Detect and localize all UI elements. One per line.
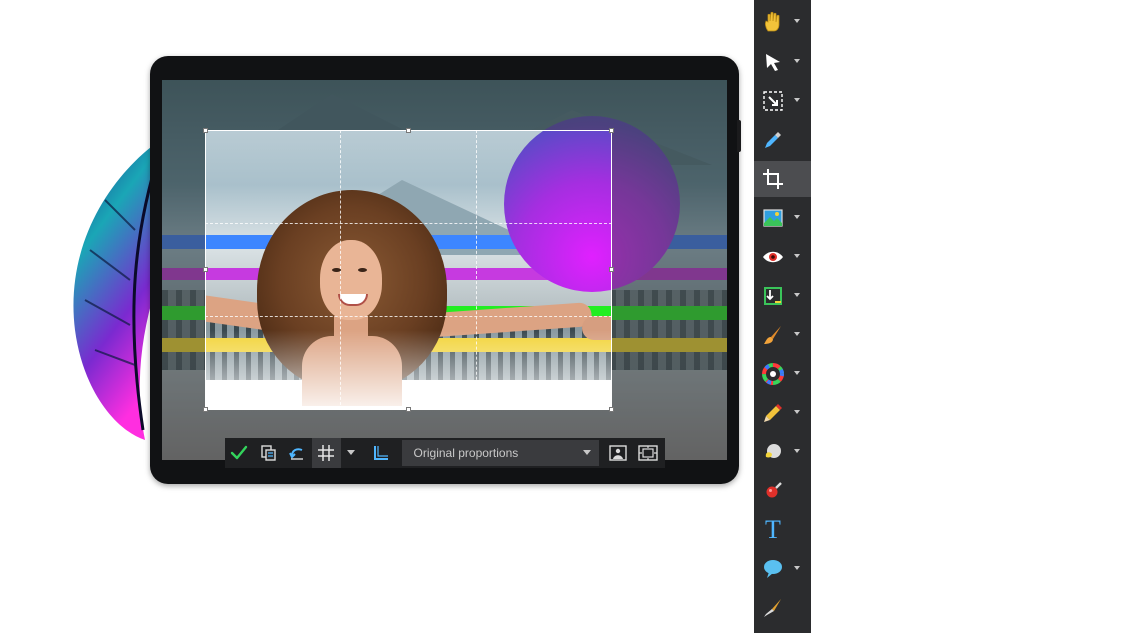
proportions-select[interactable]: Original proportions [401,440,600,466]
tool-clone-stamp[interactable] [754,473,811,509]
chevron-down-icon [794,371,800,375]
aspect-ratio-button[interactable] [367,438,396,468]
tool-select[interactable] [754,44,811,80]
hand-icon [765,11,780,32]
crop-grid-line [205,223,612,224]
chevron-down-icon [794,410,800,414]
brush-icon [764,326,781,344]
chevron-down-icon [794,59,800,63]
crop-handle-bottom[interactable] [406,407,411,412]
proportions-select-value: Original proportions [413,446,519,460]
clone-stamp-icon [766,482,782,498]
selection-transform-icon [763,91,783,111]
crop-handle-bottom-left[interactable] [203,407,208,412]
tool-speech-bubble[interactable] [754,551,811,587]
straighten-icon [764,287,782,305]
tablet-device [150,56,739,484]
select-arrow-icon [766,54,780,71]
tool-pencil[interactable] [754,395,811,431]
grid-icon [318,445,335,461]
crop-grid-line [205,316,612,317]
chevron-down-icon [794,19,800,23]
tool-text[interactable]: T [754,512,811,548]
crop-grid-line [476,130,477,410]
chevron-down-icon [794,449,800,453]
crop-icon [763,169,783,189]
chevron-down-icon [794,293,800,297]
checkmark-icon [231,445,248,460]
chevron-down-icon [346,450,355,455]
vector-pen-icon [764,599,781,617]
crop-handle-bottom-right[interactable] [609,407,614,412]
grid-dropdown-arrow[interactable] [341,438,361,468]
paint-bucket-icon [765,444,781,458]
crop-grid-line [340,130,341,410]
tool-red-eye[interactable] [754,239,811,275]
portrait-orientation-button[interactable] [605,441,631,465]
text-icon: T [765,515,781,544]
grid-overlay-button[interactable] [311,438,341,468]
crop-handle-top[interactable] [406,128,411,133]
tablet-side-button [737,120,741,152]
tool-straighten[interactable] [754,278,811,314]
red-eye-icon [763,251,783,263]
crop-copy-icon [261,445,277,461]
rotate-icon [289,448,304,460]
crop-handle-top-right[interactable] [609,128,614,133]
pencil-icon [764,404,782,422]
chevron-down-icon [583,450,592,455]
crop-handle-left[interactable] [203,267,208,272]
fit-crop-button[interactable] [635,441,661,465]
tool-vector-pen[interactable] [754,590,811,626]
editor-canvas[interactable] [162,80,727,460]
crop-toolbar: Original proportions [225,438,665,468]
eyedropper-icon [765,132,781,148]
tools-panel: T [754,0,811,633]
crop-handle-right[interactable] [609,267,614,272]
chevron-down-icon [794,98,800,102]
speech-bubble-icon [764,560,782,578]
tool-image-adjust[interactable] [754,200,811,236]
chevron-down-icon [794,332,800,336]
tool-hand[interactable] [754,4,811,40]
tool-crop[interactable] [754,161,811,197]
tool-brush[interactable] [754,317,811,353]
chevron-down-icon [794,215,800,219]
image-adjust-icon [763,209,783,227]
ratio-ruler-icon [374,446,389,460]
crop-frame[interactable] [205,130,612,410]
tool-eyedropper[interactable] [754,122,811,158]
fit-frame-icon [638,445,658,461]
tool-color-wheel[interactable] [754,356,811,392]
apply-crop-button[interactable] [225,438,254,468]
color-wheel-icon [762,363,784,385]
tool-selection-transform[interactable] [754,83,811,119]
rotate-crop-button[interactable] [283,438,312,468]
crop-to-new-button[interactable] [254,438,283,468]
crop-handle-top-left[interactable] [203,128,208,133]
chevron-down-icon [794,254,800,258]
portrait-frame-icon [609,445,627,461]
chevron-down-icon [794,566,800,570]
tool-paint-bucket[interactable] [754,434,811,470]
